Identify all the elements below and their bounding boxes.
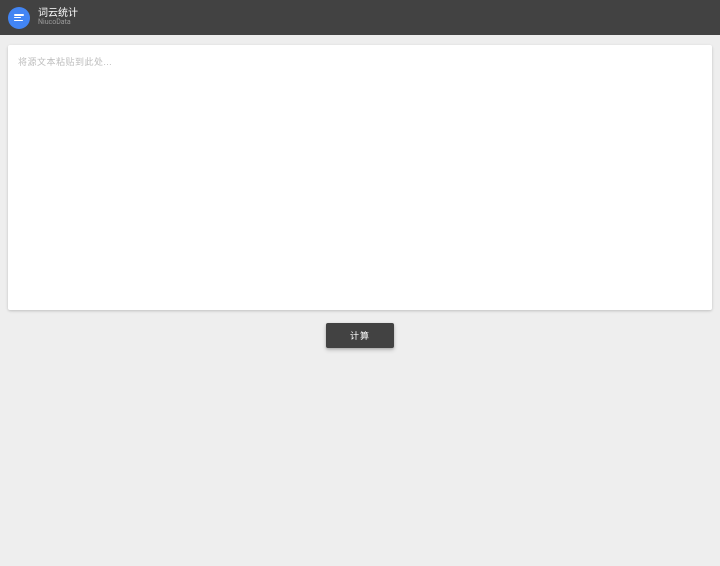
compute-button[interactable]: 计算 [326, 323, 394, 348]
button-container: 计算 [8, 323, 712, 348]
textarea-card [8, 45, 712, 310]
source-text-input[interactable] [18, 55, 702, 300]
header-text-group: 词云统计 NiucoData [38, 8, 78, 27]
app-header: 词云统计 NiucoData [0, 0, 720, 35]
app-subtitle: NiucoData [38, 19, 78, 27]
main-content: 计算 [0, 35, 720, 358]
app-logo [8, 7, 30, 29]
logo-bars-icon [14, 14, 24, 21]
